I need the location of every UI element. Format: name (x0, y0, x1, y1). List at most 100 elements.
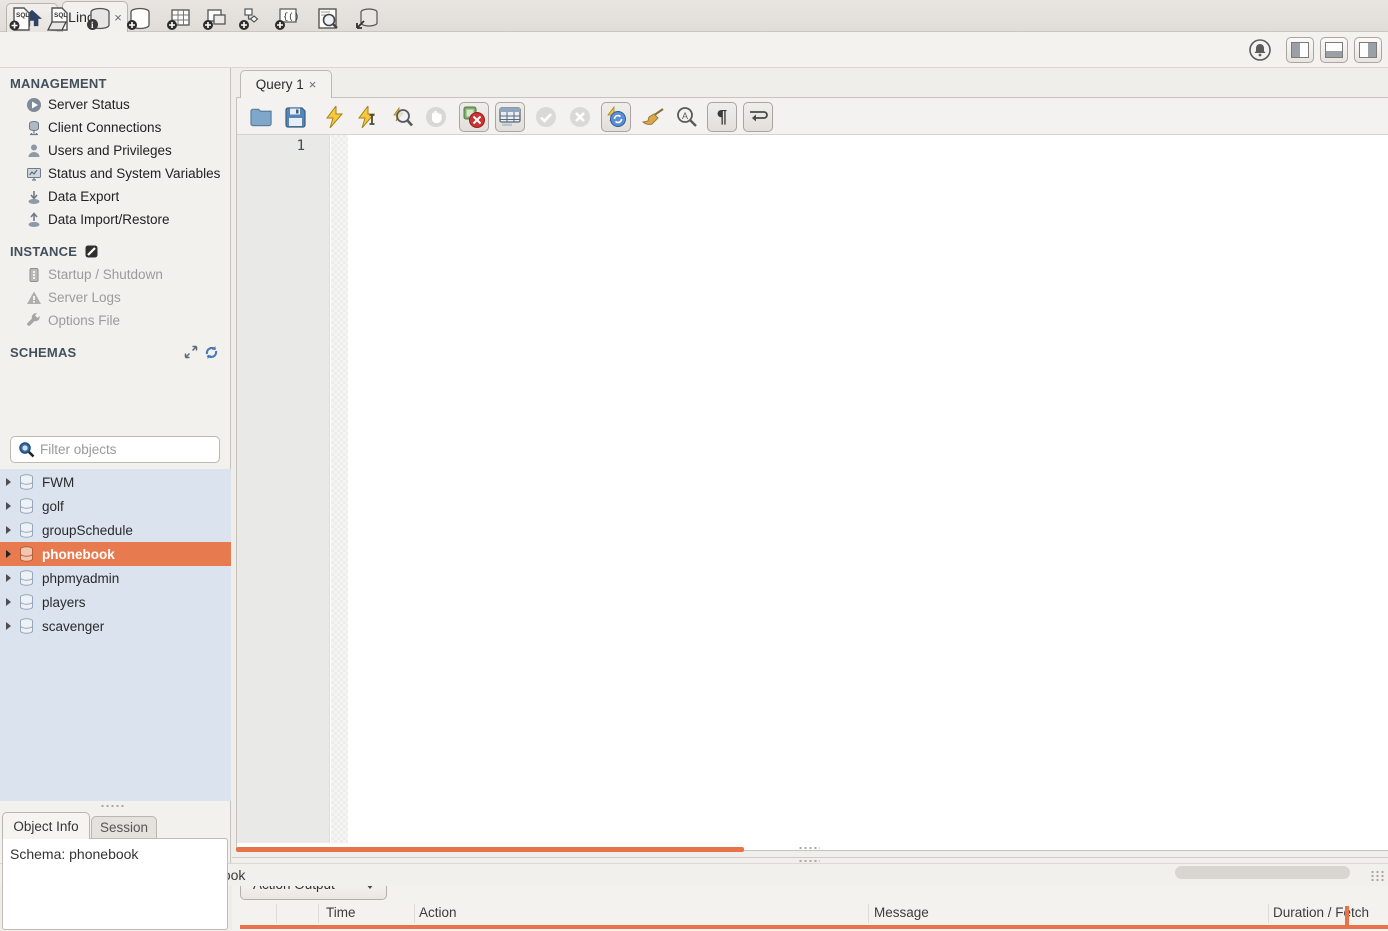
autocommit-icon (605, 106, 627, 128)
tab-label: Object Info (13, 819, 78, 834)
mysql-workbench-window: Linode × SQL SQL i {()} (0, 0, 1388, 886)
schema-name: groupSchedule (42, 523, 133, 538)
tab-session[interactable]: Session (91, 816, 157, 839)
schemas-refresh-button[interactable] (204, 345, 219, 360)
toggle-left-panel-button[interactable] (1286, 37, 1314, 63)
rollback-button[interactable] (568, 105, 592, 129)
toggle-bottom-panel-button[interactable] (1320, 37, 1348, 63)
beautify-button[interactable] (641, 105, 665, 129)
schemas-expand-button[interactable] (184, 345, 198, 359)
search-database-icon[interactable] (315, 6, 341, 32)
expander-icon[interactable] (6, 622, 11, 630)
svg-text:{()}: {()} (283, 12, 300, 22)
sidebar-item-label: Server Logs (48, 290, 121, 305)
schema-tree: FWM golf groupSchedule phonebook phpmyad (0, 469, 231, 801)
schema-icon (19, 594, 34, 610)
bottom-panel-icon (1325, 42, 1343, 58)
svg-text:SQL: SQL (16, 12, 29, 19)
execute-lightning-icon (325, 106, 344, 128)
status-scrollbar-thumb[interactable] (1175, 866, 1350, 879)
save-script-button[interactable] (283, 105, 307, 129)
toggle-right-panel-button[interactable] (1354, 37, 1382, 63)
rollback-x-icon (569, 106, 591, 128)
expander-icon[interactable] (6, 502, 11, 510)
column-header-time[interactable]: Time (326, 905, 412, 920)
expander-icon[interactable] (6, 574, 11, 582)
output-horizontal-scrollbar[interactable] (240, 925, 1388, 929)
create-table-icon[interactable] (166, 6, 192, 32)
server-status-icon (26, 97, 42, 113)
tab-query-1[interactable]: Query 1 × (240, 70, 332, 98)
fold-margin (331, 135, 348, 843)
svg-text:SQL: SQL (54, 12, 67, 19)
execute-button[interactable] (322, 105, 346, 129)
sidebar-item-server-logs[interactable]: Server Logs (0, 286, 231, 309)
wrap-arrow-icon (748, 108, 768, 126)
column-header-action[interactable]: Action (419, 905, 859, 920)
toggle-stop-on-error-button[interactable] (459, 102, 489, 132)
column-header-message[interactable]: Message (874, 905, 1264, 920)
window-resize-grip[interactable] (1370, 870, 1384, 882)
sidebar-item-data-export[interactable]: Data Export (0, 185, 231, 208)
limit-rows-button[interactable] (495, 102, 525, 132)
sql-editor-toolbar: A ¶ (237, 98, 1388, 135)
create-view-icon[interactable] (202, 6, 228, 32)
toggle-autocommit-button[interactable] (601, 102, 631, 132)
open-script-button[interactable] (249, 105, 273, 129)
sidebar-item-data-import[interactable]: Data Import/Restore (0, 208, 231, 231)
schema-row-players[interactable]: players (0, 590, 231, 614)
schema-row-fwm[interactable]: FWM (0, 470, 231, 494)
sidebar-item-label: Startup / Shutdown (48, 267, 163, 282)
stop-query-button[interactable] (424, 105, 448, 129)
schema-row-phpmyadmin[interactable]: phpmyadmin (0, 566, 231, 590)
sidebar-item-server-status[interactable]: Server Status (0, 93, 231, 116)
schema-filter[interactable] (10, 436, 220, 463)
tab-object-info[interactable]: Object Info (2, 812, 90, 839)
notifications-button[interactable] (1248, 38, 1272, 62)
schema-filter-input[interactable] (40, 442, 205, 457)
save-icon (285, 107, 306, 128)
new-sql-tab-icon[interactable]: SQL (8, 6, 34, 32)
sidebar-item-startup-shutdown[interactable]: Startup / Shutdown (0, 263, 231, 286)
expander-icon[interactable] (6, 550, 11, 558)
column-header-duration[interactable]: Duration / Fetch (1273, 905, 1386, 920)
schema-name: FWM (42, 475, 74, 490)
schema-row-groupschedule[interactable]: groupSchedule (0, 518, 231, 542)
create-schema-icon[interactable] (126, 6, 152, 32)
show-invisibles-button[interactable]: ¶ (707, 102, 737, 132)
sidebar-item-options-file[interactable]: Options File (0, 309, 231, 332)
data-export-icon (26, 189, 42, 205)
execute-current-button[interactable] (356, 105, 380, 129)
reconnect-database-icon[interactable] (354, 6, 380, 32)
explain-button[interactable] (390, 105, 414, 129)
create-function-icon[interactable]: {()} (274, 6, 300, 32)
sidebar-splitter-handle[interactable] (0, 801, 231, 811)
instance-header: INSTANCE (10, 244, 98, 259)
sidebar-item-users-privileges[interactable]: Users and Privileges (0, 139, 231, 162)
create-procedure-icon[interactable] (238, 6, 264, 32)
svg-text:A: A (682, 111, 688, 121)
sidebar-item-label: Client Connections (48, 120, 161, 135)
database-info-icon[interactable]: i (86, 6, 112, 32)
users-icon (26, 143, 42, 159)
expander-icon[interactable] (6, 526, 11, 534)
query-tab-close-icon[interactable]: × (309, 78, 317, 91)
find-icon: A (676, 106, 698, 128)
find-button[interactable]: A (675, 105, 699, 129)
schema-row-phonebook[interactable]: phonebook (0, 542, 231, 566)
sidebar-item-label: Options File (48, 313, 120, 328)
sidebar-item-client-connections[interactable]: Client Connections (0, 116, 231, 139)
commit-button[interactable] (534, 105, 558, 129)
connection-tab-close-icon[interactable]: × (114, 11, 122, 24)
expander-icon[interactable] (6, 478, 11, 486)
open-sql-script-icon[interactable]: SQL (46, 6, 72, 32)
schema-row-golf[interactable]: golf (0, 494, 231, 518)
toggle-wrap-button[interactable] (743, 102, 773, 132)
schema-row-scavenger[interactable]: scavenger (0, 614, 231, 638)
sql-editor[interactable]: 1 (237, 135, 1388, 843)
schemas-header: SCHEMAS (10, 345, 76, 360)
expander-icon[interactable] (6, 598, 11, 606)
schema-icon (19, 618, 34, 634)
system-variables-icon (26, 166, 42, 182)
sidebar-item-system-variables[interactable]: Status and System Variables (0, 162, 231, 185)
